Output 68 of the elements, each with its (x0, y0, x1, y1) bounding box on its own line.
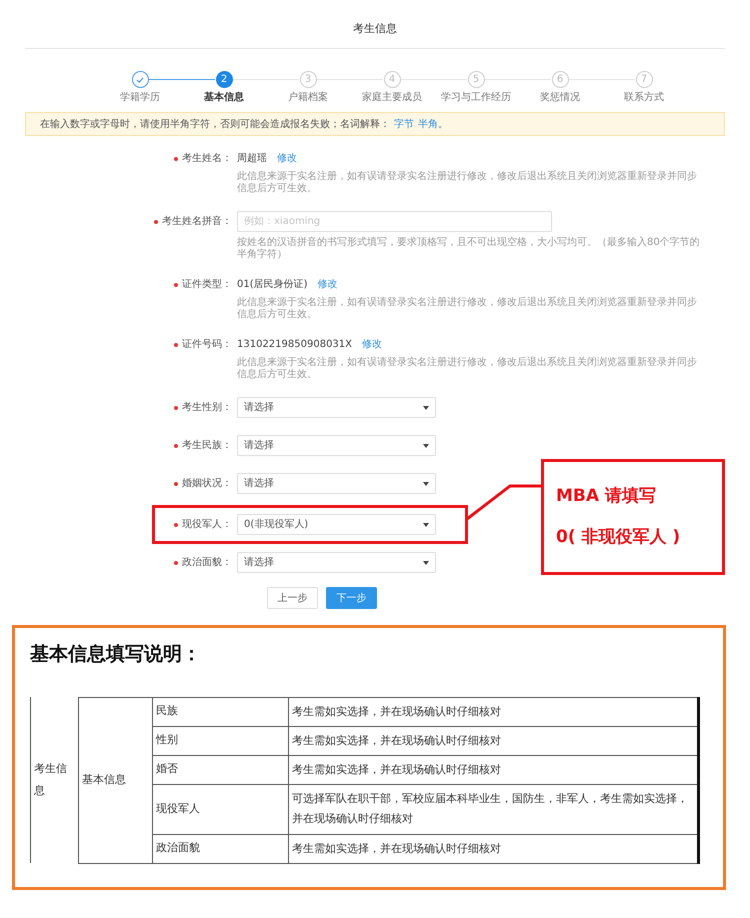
edit-link[interactable]: 修改 (362, 337, 382, 352)
field-hint: 此信息来源于实名注册，如有误请登录实名注册进行修改，修改后退出系统且关闭浏览器重新登录并同步信息后方可生效。 (237, 171, 698, 195)
required-icon (154, 220, 158, 224)
notice-end: 。 (438, 118, 448, 132)
required-icon (174, 560, 178, 564)
table-cell: 考生需如实选择，并在现场确认时仔细核对 (292, 704, 501, 718)
table-cell: 政治面貌 (156, 841, 200, 854)
field-label: 考生姓名： (182, 152, 232, 166)
field-hint: 按姓名的汉语拼音的书写形式填写，要求顶格写，且不可出现空格，大小写均可。（最多输入80个字节的半角字符） (237, 237, 701, 261)
table-cell: 性别 (156, 733, 178, 746)
table-cell: 民族 (156, 704, 178, 718)
edit-link[interactable]: 修改 (318, 277, 338, 292)
required-icon (174, 406, 178, 410)
previous-button[interactable]: 上一步 (267, 587, 318, 609)
step-label[interactable]: 联系方式 (624, 90, 664, 105)
dropdown-caret-icon (423, 482, 429, 486)
dropdown-caret-icon (423, 522, 429, 526)
field-value: 周超瑶 (237, 152, 267, 166)
field-label: 考生民族： (182, 438, 232, 453)
required-icon (174, 482, 178, 486)
table-cell: 现役军人 (156, 802, 200, 815)
required-icon (174, 282, 178, 286)
table-cell: 考生需如实选择，并在现场确认时仔细核对 (292, 734, 501, 746)
select-field[interactable]: 0(非现役军人) (237, 514, 436, 535)
explanation-title: 基本信息填写说明： (30, 642, 202, 667)
notice-text: 在输入数字或字母时，请使用半角字符，否则可能会造成报名失败；名词解释： (40, 118, 390, 132)
field-hint: 此信息来源于实名注册，如有误请登录实名注册进行修改，修改后退出系统且关闭浏览器重新登录并同步信息后方可生效。 (237, 357, 698, 381)
table-cell: 考生需如实选择，并在现场确认时仔细核对 (292, 762, 501, 776)
step-label[interactable]: 学习与工作经历 (441, 90, 511, 105)
select-field[interactable]: 请选择 (237, 435, 436, 456)
table-cell: 可选择军队在职干部，军校应届本科毕业生，国防生，非军人，考生需如实选择，并在现场确认时仔细核对 (292, 792, 688, 825)
pinyin-input[interactable]: 例如：xiaoming (237, 211, 552, 232)
field-label: 现役军人： (182, 518, 232, 532)
required-icon (174, 156, 178, 160)
field-label: 证件号码： (182, 338, 232, 352)
edit-link[interactable]: 修改 (277, 151, 297, 166)
select-field[interactable]: 请选择 (237, 473, 436, 494)
required-icon (174, 342, 178, 346)
page-title: 考生信息 (353, 22, 397, 35)
field-label: 证件类型： (182, 278, 232, 292)
required-icon (174, 522, 178, 526)
table-cell: 考生需如实选择，并在现场确认时仔细核对 (292, 842, 501, 854)
table-cell: 基本信息 (82, 772, 126, 786)
step-label[interactable]: 户籍档案 (288, 90, 328, 105)
required-icon (174, 444, 178, 448)
field-value: 13102219850908031X (237, 338, 352, 352)
dropdown-caret-icon (423, 560, 429, 564)
callout-text: MBA 请填写 (556, 484, 657, 508)
step-label[interactable]: 学籍学历 (120, 90, 160, 105)
field-label: 政治面貌： (182, 556, 232, 570)
step-label[interactable]: 奖惩情况 (540, 90, 580, 105)
select-field[interactable]: 请选择 (237, 397, 436, 418)
table-cell: 婚否 (156, 762, 178, 776)
field-hint: 此信息来源于实名注册，如有误请登录实名注册进行修改，修改后退出系统且关闭浏览器重新登录并同步信息后方可生效。 (237, 297, 698, 321)
table-cell: 考生信息 (34, 762, 67, 797)
field-label: 考生姓名拼音： (162, 214, 232, 229)
field-value: 01(居民身份证) (237, 278, 308, 292)
field-label: 婚姻状况： (182, 476, 232, 491)
dropdown-caret-icon (423, 444, 429, 448)
field-label: 考生性别： (182, 400, 232, 415)
dropdown-caret-icon (423, 406, 429, 410)
callout-text: 0( 非现役军人 ) (556, 526, 682, 549)
step-label[interactable]: 基本信息 (204, 90, 244, 105)
select-field[interactable]: 请选择 (237, 552, 436, 573)
notice-link[interactable]: 半角 (418, 116, 438, 132)
notice-link[interactable]: 字节 (394, 116, 414, 132)
step-label[interactable]: 家庭主要成员 (362, 90, 422, 105)
next-button[interactable]: 下一步 (326, 587, 377, 609)
